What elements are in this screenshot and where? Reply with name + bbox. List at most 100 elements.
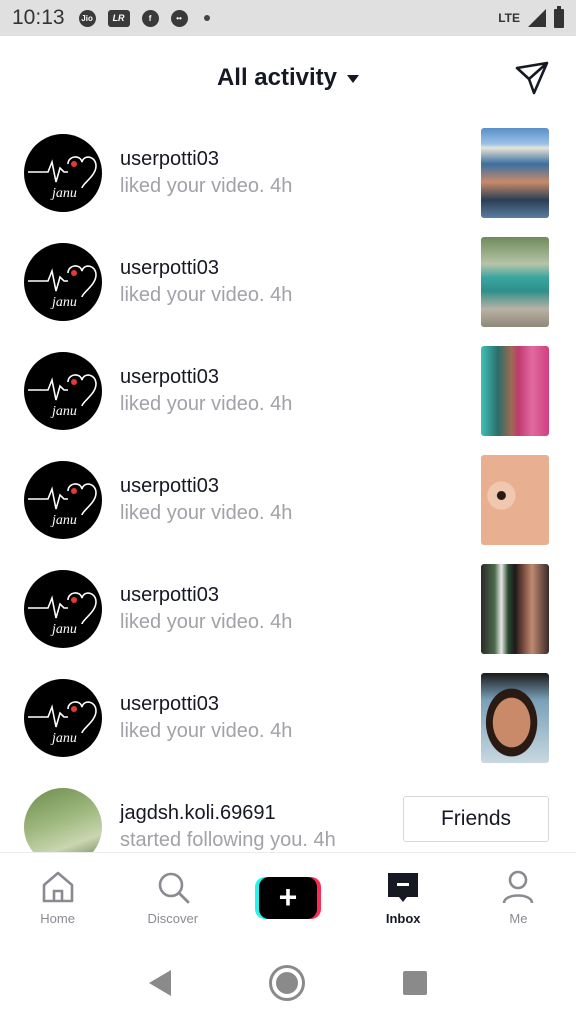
activity-row[interactable]: jagdsh.koli.69691 started following you.…: [0, 774, 576, 852]
notification-dot-icon: [203, 15, 210, 21]
timestamp: 4h: [270, 502, 293, 524]
activity-description: liked your video. 4h: [120, 172, 292, 200]
recent-apps-icon[interactable]: [403, 971, 427, 995]
battery-icon: [554, 5, 564, 28]
action-text: liked your video.: [120, 502, 265, 524]
timestamp: 4h: [270, 611, 293, 633]
action-text: liked your video.: [120, 284, 265, 306]
system-nav-bar: [0, 942, 576, 1024]
activity-description: liked your video. 4h: [120, 390, 292, 418]
status-bar: 10:13 Jio LR f •• LTE: [0, 0, 576, 36]
username[interactable]: userpotti03: [120, 255, 292, 281]
home-icon: [42, 871, 73, 903]
username[interactable]: userpotti03: [120, 582, 292, 608]
row-text: userpotti03 liked your video. 4h: [120, 691, 292, 745]
avatar-label: janu: [52, 731, 77, 746]
video-thumbnail[interactable]: [481, 673, 549, 763]
avatar-label: janu: [52, 513, 77, 528]
nav-discover-label: Discover: [147, 911, 199, 926]
nav-home-label: Home: [40, 911, 75, 926]
nav-inbox-label: Inbox: [385, 911, 421, 926]
bottom-nav: Home Discover + Inbox Me: [0, 852, 576, 942]
activity-row[interactable]: janu userpotti03 liked your video. 4h: [0, 665, 576, 774]
timestamp: 4h: [313, 829, 336, 851]
jio-icon: Jio: [78, 9, 96, 27]
activity-row[interactable]: janu userpotti03 liked your video. 4h: [0, 556, 576, 665]
user-avatar[interactable]: janu: [24, 679, 102, 757]
activity-row[interactable]: janu userpotti03 liked your video. 4h: [0, 447, 576, 556]
activity-description: liked your video. 4h: [120, 499, 292, 527]
row-text: userpotti03 liked your video. 4h: [120, 146, 292, 200]
activity-description: liked your video. 4h: [120, 717, 292, 745]
activity-row[interactable]: janu userpotti03 liked your video. 4h: [0, 229, 576, 338]
row-text: userpotti03 liked your video. 4h: [120, 255, 292, 309]
profile-icon: [503, 870, 534, 904]
page-title: All activity: [216, 64, 338, 91]
avatar-label: janu: [52, 186, 77, 201]
user-avatar[interactable]: janu: [24, 352, 102, 430]
facebook-icon: f: [141, 9, 159, 27]
alien-icon: ••: [170, 9, 188, 27]
create-video-button[interactable]: +: [255, 877, 321, 919]
user-avatar[interactable]: janu: [24, 243, 102, 321]
back-icon[interactable]: [149, 970, 171, 996]
nav-me[interactable]: Me: [461, 853, 576, 942]
username[interactable]: jagdsh.koli.69691: [120, 800, 336, 826]
nav-discover[interactable]: Discover: [115, 853, 230, 942]
send-message-icon[interactable]: [514, 60, 550, 96]
activity-description: started following you. 4h: [120, 826, 336, 852]
video-thumbnail[interactable]: [481, 564, 549, 654]
row-text: userpotti03 liked your video. 4h: [120, 473, 292, 527]
header: All activity: [0, 36, 576, 120]
activity-row[interactable]: janu userpotti03 liked your video. 4h: [0, 120, 576, 229]
nav-create[interactable]: +: [230, 853, 345, 942]
action-text: liked your video.: [120, 393, 265, 415]
timestamp: 4h: [270, 175, 293, 197]
plus-icon: +: [259, 877, 317, 919]
video-thumbnail[interactable]: [481, 237, 549, 327]
user-avatar[interactable]: janu: [24, 134, 102, 212]
row-text: userpotti03 liked your video. 4h: [120, 364, 292, 418]
status-time: 10:13: [12, 6, 65, 29]
activity-list: janu userpotti03 liked your video. 4h ja…: [0, 120, 576, 852]
home-button-icon[interactable]: [269, 965, 305, 1001]
status-right: LTE: [498, 5, 564, 28]
friends-button[interactable]: Friends: [403, 796, 549, 842]
video-thumbnail[interactable]: [481, 346, 549, 436]
activity-description: liked your video. 4h: [120, 608, 292, 636]
activity-row[interactable]: janu userpotti03 liked your video. 4h: [0, 338, 576, 447]
action-text: started following you.: [120, 829, 308, 851]
action-text: liked your video.: [120, 611, 265, 633]
row-text: jagdsh.koli.69691 started following you.…: [120, 800, 336, 852]
search-icon: [158, 872, 190, 904]
avatar-label: janu: [52, 404, 77, 419]
username[interactable]: userpotti03: [120, 146, 292, 172]
timestamp: 4h: [270, 720, 293, 742]
nav-inbox[interactable]: Inbox: [346, 853, 461, 942]
user-avatar[interactable]: [24, 788, 102, 852]
nav-home[interactable]: Home: [0, 853, 115, 942]
action-text: liked your video.: [120, 175, 265, 197]
username[interactable]: userpotti03: [120, 691, 292, 717]
inbox-icon: [388, 873, 419, 902]
lr-icon: LR: [107, 9, 130, 27]
activity-filter-dropdown[interactable]: All activity: [216, 64, 360, 92]
video-thumbnail[interactable]: [481, 128, 549, 218]
video-thumbnail[interactable]: [481, 455, 549, 545]
username[interactable]: userpotti03: [120, 364, 292, 390]
user-avatar[interactable]: janu: [24, 461, 102, 539]
nav-me-label: Me: [509, 911, 528, 926]
signal-icon: [528, 9, 546, 27]
user-avatar[interactable]: janu: [24, 570, 102, 648]
timestamp: 4h: [270, 284, 293, 306]
avatar-label: janu: [52, 622, 77, 637]
action-text: liked your video.: [120, 720, 265, 742]
row-text: userpotti03 liked your video. 4h: [120, 582, 292, 636]
avatar-label: janu: [52, 295, 77, 310]
caret-down-icon: [347, 75, 360, 83]
username[interactable]: userpotti03: [120, 473, 292, 499]
activity-description: liked your video. 4h: [120, 281, 292, 309]
network-type: LTE: [498, 11, 520, 25]
timestamp: 4h: [270, 393, 293, 415]
screen: 10:13 Jio LR f •• LTE All activity janu …: [0, 0, 576, 1024]
